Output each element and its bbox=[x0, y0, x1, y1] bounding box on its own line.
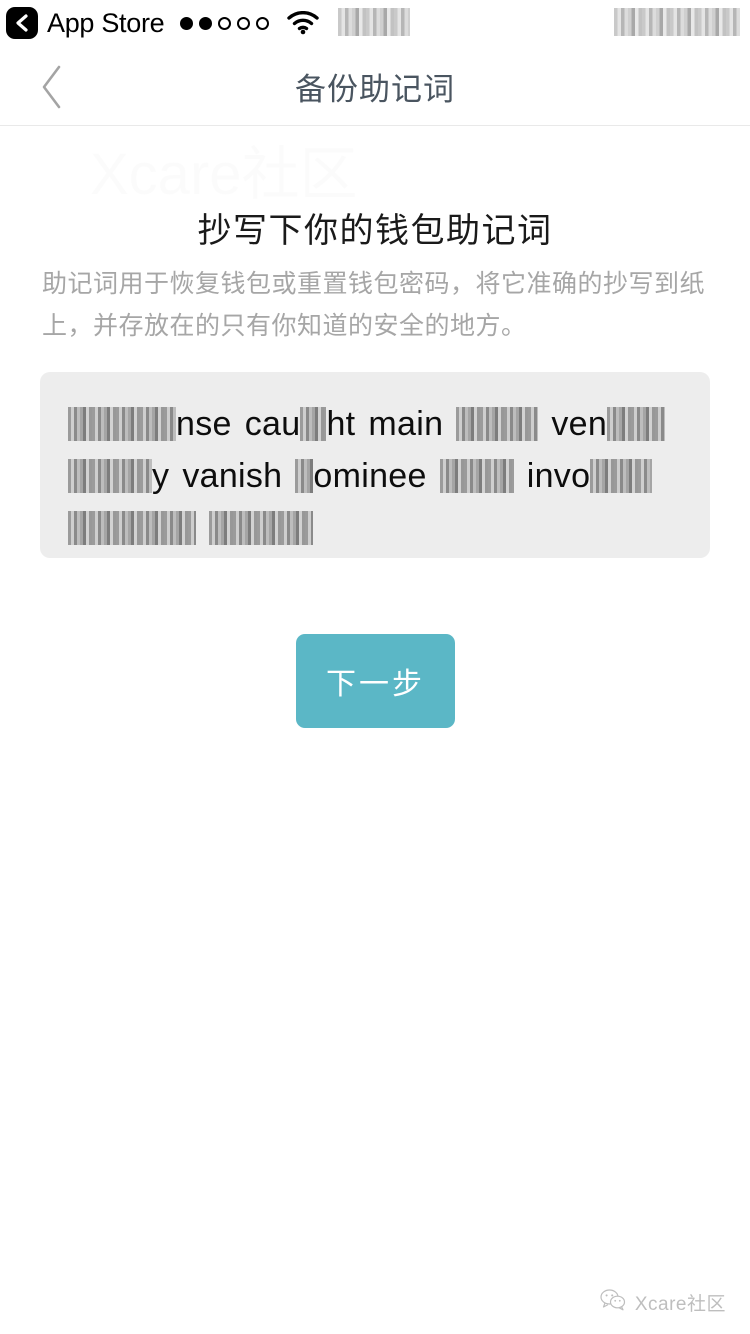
mnemonic-redacted-block bbox=[300, 407, 327, 441]
mnemonic-word-fragment: invo bbox=[526, 456, 591, 495]
watermark-label: Xcare社区 bbox=[634, 1294, 726, 1315]
mnemonic-redacted-block bbox=[209, 511, 313, 545]
mnemonic-redacted-block bbox=[590, 459, 653, 493]
mnemonic-word-fragment: vanish bbox=[182, 456, 283, 495]
signal-strength-indicator bbox=[180, 16, 270, 30]
mnemonic-word-fragment: nse bbox=[176, 404, 232, 443]
phone-screen: App Store 备份助记词 抄写下你的钱包助记词 助记词用于恢复钱包或重置钱… bbox=[0, 0, 750, 1334]
status-bar-battery-redacted bbox=[614, 8, 740, 36]
navigation-bar: 备份助记词 bbox=[0, 46, 750, 126]
mnemonic-line: nse cau ht main ven bbox=[68, 398, 682, 450]
mnemonic-word-fragment: main bbox=[368, 404, 444, 443]
mnemonic-word-fragment: cau bbox=[244, 404, 301, 443]
next-step-button[interactable]: 下一步 bbox=[296, 634, 455, 728]
community-watermark: Xcare社区 bbox=[600, 1289, 726, 1316]
signal-dot-1 bbox=[180, 16, 194, 30]
mnemonic-word-fragment: ominee bbox=[313, 456, 427, 495]
svg-text:Xcare社区: Xcare社区 bbox=[90, 142, 358, 207]
status-bar-time-redacted bbox=[338, 8, 410, 36]
mnemonic-line bbox=[68, 502, 682, 554]
mnemonic-word-fragment: ht bbox=[326, 404, 356, 443]
mnemonic-line: y vanish ominee invo bbox=[68, 450, 682, 502]
signal-dot-4 bbox=[237, 16, 251, 30]
mnemonic-redacted-block bbox=[68, 459, 152, 493]
section-heading: 抄写下你的钱包助记词 bbox=[197, 212, 553, 250]
mnemonic-word-fragment: y bbox=[152, 456, 170, 495]
mnemonic-word-fragment: ven bbox=[551, 404, 608, 443]
mnemonic-redacted-block bbox=[68, 511, 196, 545]
signal-dot-3 bbox=[218, 16, 232, 30]
mnemonic-redacted-block bbox=[607, 407, 666, 441]
chevron-left-icon bbox=[14, 13, 30, 33]
wechat-logo-icon bbox=[600, 1289, 626, 1316]
mnemonic-redacted-block bbox=[439, 459, 514, 493]
return-to-app-store-button[interactable] bbox=[6, 7, 38, 39]
status-bar-app-label[interactable]: App Store bbox=[47, 8, 165, 39]
signal-dot-5 bbox=[256, 16, 270, 30]
mnemonic-redacted-block bbox=[68, 407, 176, 441]
mnemonic-phrase-box[interactable]: nse cau ht main ven y vanish ominee invo bbox=[40, 372, 710, 558]
mnemonic-redacted-block bbox=[295, 459, 314, 493]
section-description: 助记词用于恢复钱包或重置钱包密码，将它准确的抄写到纸上，并存放在的只有你知道的安… bbox=[42, 270, 706, 340]
page-title: 备份助记词 bbox=[295, 71, 455, 107]
mnemonic-redacted-block bbox=[456, 407, 539, 441]
status-bar: App Store bbox=[0, 0, 750, 46]
wifi-icon bbox=[287, 11, 320, 35]
signal-dot-2 bbox=[199, 16, 213, 30]
